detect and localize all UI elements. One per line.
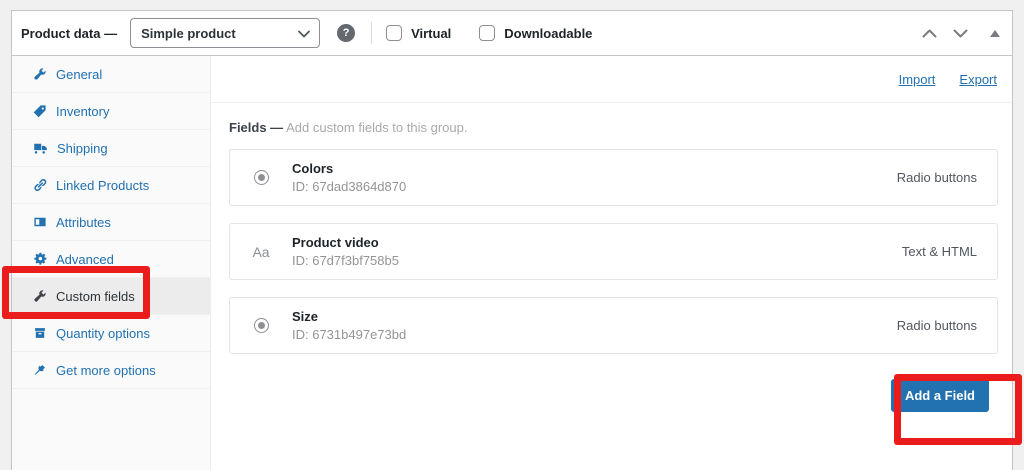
virtual-checkbox[interactable]: Virtual	[386, 25, 451, 41]
box-icon	[33, 326, 47, 340]
help-icon[interactable]: ?	[337, 24, 355, 42]
tab-general[interactable]: General	[12, 56, 210, 93]
product-data-panel: Product data — Simple product ? Virtual …	[0, 0, 1024, 452]
add-a-field-button[interactable]: Add a Field	[891, 379, 989, 412]
checkbox-icon[interactable]	[386, 25, 402, 41]
field-name: Size	[292, 309, 897, 324]
wrench-icon	[33, 289, 47, 303]
tag-icon	[33, 104, 47, 118]
tab-quantity-options[interactable]: Quantity options	[12, 315, 210, 352]
custom-fields-panel: Import Export Fields — Add custom fields…	[211, 56, 1012, 470]
tab-label: Shipping	[57, 141, 108, 156]
tab-advanced[interactable]: Advanced	[12, 241, 210, 278]
truck-icon	[33, 141, 48, 155]
virtual-checkbox-label: Virtual	[411, 26, 451, 41]
gear-icon	[33, 252, 47, 266]
tab-linked-products[interactable]: Linked Products	[12, 167, 210, 204]
tab-get-more-options[interactable]: Get more options	[12, 352, 210, 389]
field-type: Radio buttons	[897, 318, 997, 333]
export-link[interactable]: Export	[959, 72, 997, 87]
panel-title: Product data —	[21, 26, 117, 41]
tab-custom-fields[interactable]: Custom fields	[12, 278, 210, 315]
tab-label: Get more options	[56, 363, 156, 378]
field-row-colors[interactable]: Colors ID: 67dad3864d870 Radio buttons	[229, 149, 998, 206]
field-type: Radio buttons	[897, 170, 997, 185]
import-link[interactable]: Import	[899, 72, 936, 87]
downloadable-checkbox-label: Downloadable	[504, 26, 592, 41]
tab-label: General	[56, 67, 102, 82]
product-type-select[interactable]: Simple product	[130, 18, 320, 48]
tab-label: Attributes	[56, 215, 111, 230]
import-export-row: Import Export	[211, 56, 1012, 103]
divider	[371, 22, 372, 44]
field-row-size[interactable]: Size ID: 6731b497e73bd Radio buttons	[229, 297, 998, 354]
tab-label: Inventory	[56, 104, 109, 119]
downloadable-checkbox[interactable]: Downloadable	[479, 25, 592, 41]
radio-icon	[230, 170, 292, 185]
tab-label: Advanced	[56, 252, 114, 267]
tab-attributes[interactable]: Attributes	[12, 204, 210, 241]
tab-inventory[interactable]: Inventory	[12, 93, 210, 130]
checkbox-icon[interactable]	[479, 25, 495, 41]
attributes-icon	[33, 215, 47, 229]
tab-label: Linked Products	[56, 178, 149, 193]
chevron-up-icon	[922, 29, 937, 38]
chevron-down-icon	[298, 30, 310, 38]
text-icon: Aa	[230, 244, 292, 260]
tab-shipping[interactable]: Shipping	[12, 130, 210, 167]
field-type: Text & HTML	[902, 244, 997, 259]
move-up-button[interactable]	[914, 29, 945, 38]
field-row-product-video[interactable]: Aa Product video ID: 67d7f3bf758b5 Text …	[229, 223, 998, 280]
chevron-down-icon	[953, 29, 968, 38]
field-name: Product video	[292, 235, 902, 250]
add-field-row: Add a Field	[211, 379, 1012, 412]
field-id: ID: 67dad3864d870	[292, 179, 897, 194]
tab-label: Quantity options	[56, 326, 150, 341]
product-data-header: Product data — Simple product ? Virtual …	[12, 11, 1012, 56]
field-name: Colors	[292, 161, 897, 176]
radio-icon	[230, 318, 292, 333]
product-data-tabs: General Inventory Shipping Linked Produc…	[12, 56, 211, 470]
field-id: ID: 67d7f3bf758b5	[292, 253, 902, 268]
product-type-value: Simple product	[141, 26, 236, 41]
product-data-metabox: Product data — Simple product ? Virtual …	[11, 10, 1013, 470]
fields-header-subtitle: Add custom fields to this group.	[286, 120, 467, 135]
field-id: ID: 6731b497e73bd	[292, 327, 897, 342]
wrench-icon	[33, 67, 47, 81]
link-icon	[33, 178, 47, 192]
fields-header: Fields — Add custom fields to this group…	[211, 103, 1012, 149]
panel-toggle-icon[interactable]	[990, 30, 1000, 37]
tab-label: Custom fields	[56, 289, 135, 304]
move-down-button[interactable]	[945, 29, 976, 38]
fields-header-title: Fields —	[229, 120, 283, 135]
plugin-icon	[33, 363, 47, 377]
